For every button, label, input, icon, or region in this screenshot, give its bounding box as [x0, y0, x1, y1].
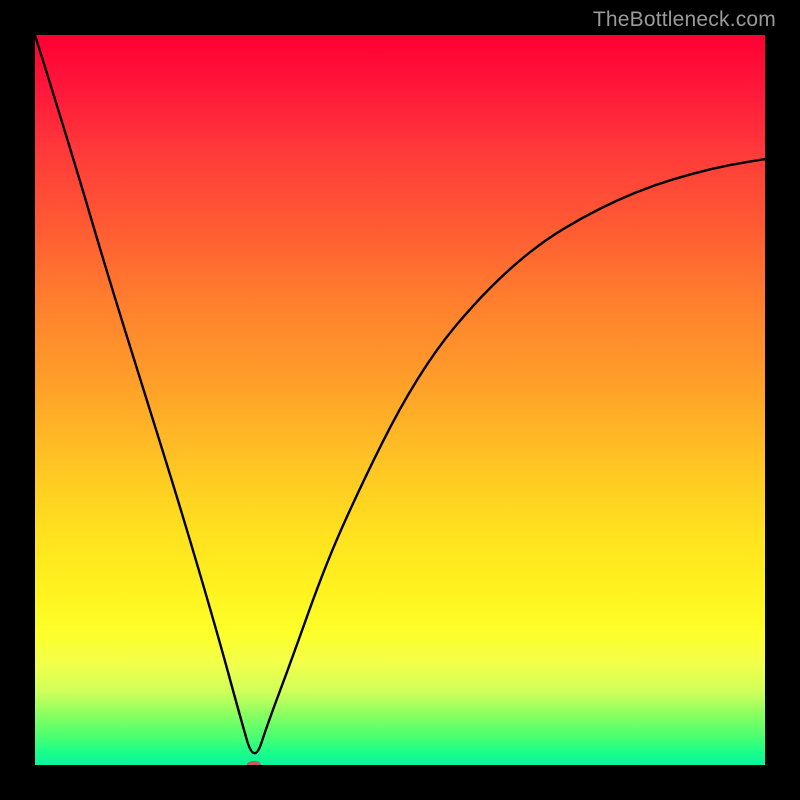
watermark-text: TheBottleneck.com [593, 8, 776, 32]
optimal-point-marker [247, 761, 261, 765]
chart-frame: TheBottleneck.com [0, 0, 800, 800]
plot-area [35, 35, 765, 765]
bottleneck-curve [35, 35, 765, 765]
